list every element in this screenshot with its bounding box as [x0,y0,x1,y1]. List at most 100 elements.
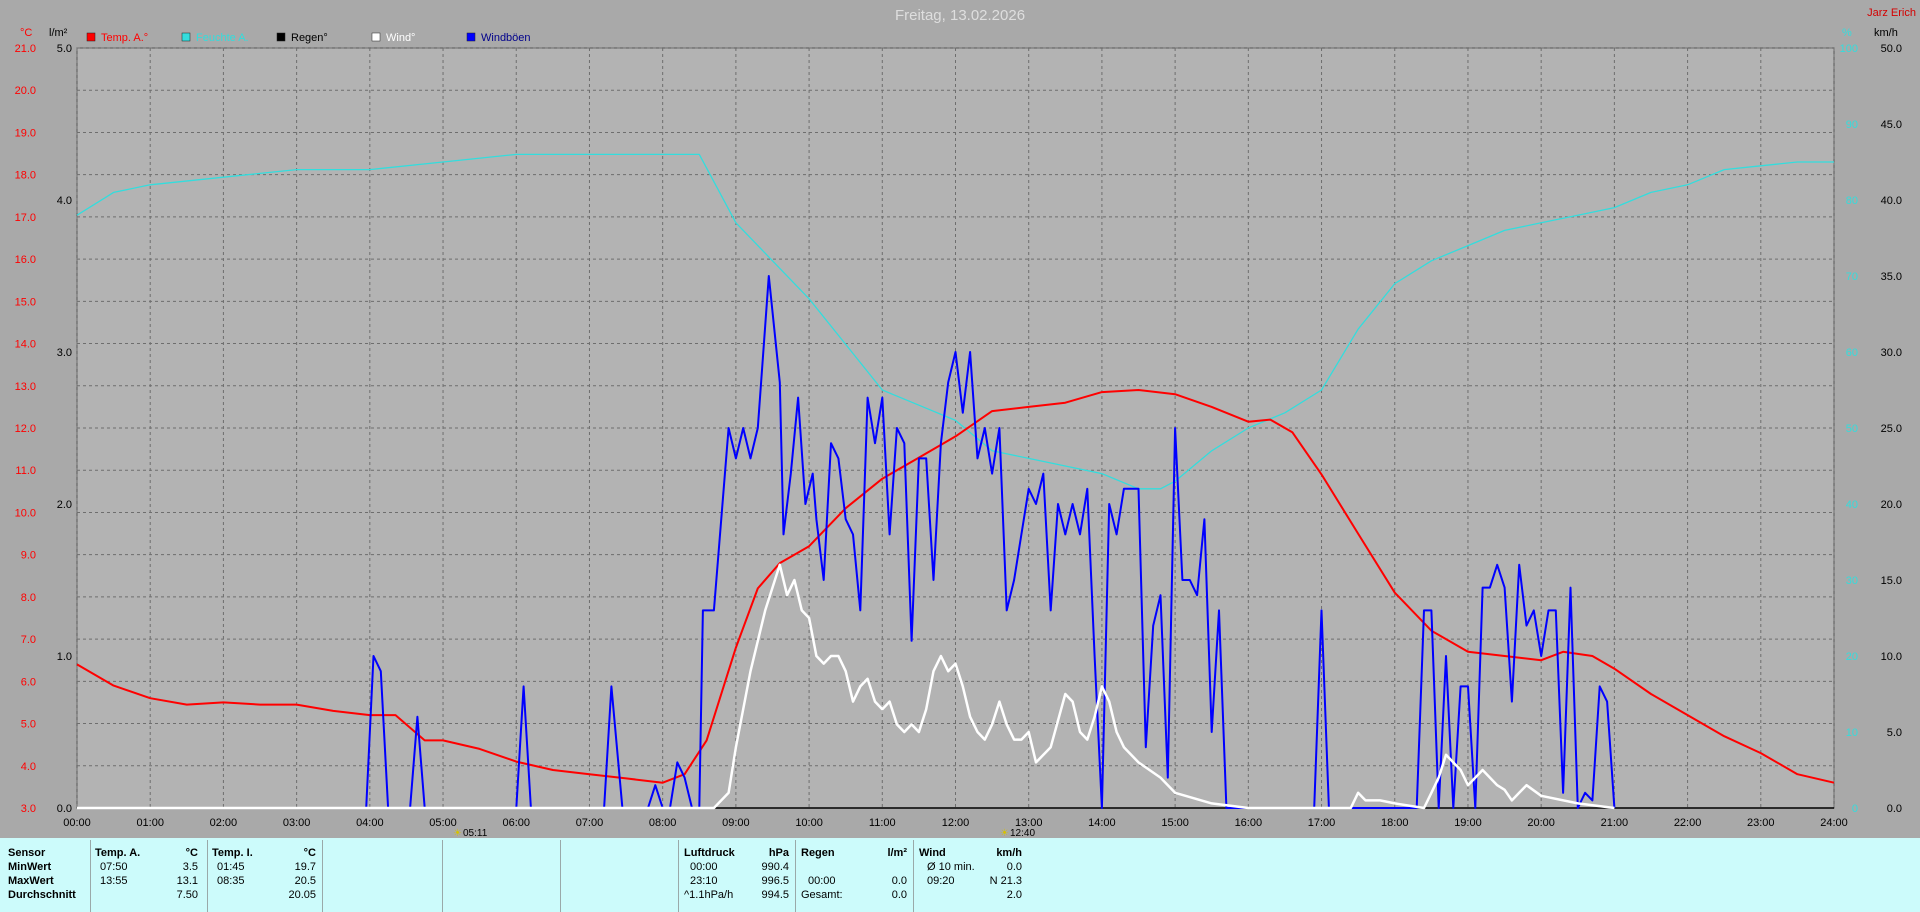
time-tick-label: 04:00 [356,817,384,829]
rain-tick-label: 4.0 [57,195,72,207]
temp-tick-label: 8.0 [21,592,36,604]
temp-i-max-time: 08:35 [217,875,245,887]
wind-axis: 0.0 5.0 10.0 15.0 20.0 25.0 30.0 35.0 40.0 45.0 50… [1881,43,1902,815]
rain-tick-label: 5.0 [57,43,72,55]
temp-tick-label: 4.0 [21,761,36,773]
separator [678,840,679,912]
pressure-min-time: 00:00 [690,861,718,873]
wind-tick-label: 5.0 [1887,727,1902,739]
legend-swatch-humidity [181,32,191,42]
time-tick-label: 12:00 [942,817,970,829]
sunrise-time: 05:11 [463,828,488,838]
temp-tick-label: 9.0 [21,550,36,562]
temp-tick-label: 7.0 [21,634,36,646]
rain-tick-label: 2.0 [57,499,72,511]
rain-total-label: Gesamt: [801,889,843,901]
time-tick-label: 16:00 [1235,817,1263,829]
time-tick-label: 00:00 [63,817,91,829]
wind-tick-label: 25.0 [1881,423,1902,435]
rain-tick-label: 3.0 [57,347,72,359]
rain-unit: l/m² [887,847,907,859]
separator [795,840,796,912]
separator [90,840,91,912]
humidity-axis: 0 10 20 30 40 50 60 70 80 90 100 [1840,43,1858,815]
legend-item-wind[interactable]: Wind° [371,32,415,44]
temp-tick-label: 20.0 [15,85,36,97]
time-tick-label: 20:00 [1527,817,1555,829]
pressure-unit: hPa [768,847,789,859]
temp-a-min-time: 07:50 [100,861,128,873]
pressure-header: Luftdruck [684,847,735,859]
wind-tick-label: 30.0 [1881,347,1902,359]
time-tick-label: 06:00 [502,817,530,829]
temp-tick-label: 13.0 [15,381,36,393]
noon-time: 12:40 [1010,828,1035,838]
temp-tick-label: 19.0 [15,127,36,139]
statistics-panel: Sensor MinWert MaxWert Durchschnitt Temp… [0,838,1920,912]
wind-avg10-label: Ø 10 min. [927,861,975,873]
wind-tick-label: 15.0 [1881,575,1902,587]
legend-item-temp[interactable]: Temp. A.° [86,32,148,44]
time-axis: 00:00 01:00 02:00 03:00 04:00 05:00 06:00 07:00… [63,817,1848,829]
brand-label: Jarz Erich [1867,7,1916,19]
legend-item-humidity[interactable]: Feuchte A. [181,32,249,44]
wind-tick-label: 40.0 [1881,195,1902,207]
time-tick-label: 19:00 [1454,817,1482,829]
legend-swatch-gusts [466,32,476,42]
separator [322,840,323,912]
legend-label-humidity: Feuchte A. [196,32,249,44]
time-tick-label: 15:00 [1161,817,1189,829]
pressure-avg-value: 994.5 [761,889,789,901]
humidity-tick-label: 50 [1846,423,1858,435]
wind-avg10-value: 0.0 [1006,861,1022,873]
rain-max-time: 00:00 [808,875,836,887]
legend-swatch-temp [86,32,96,42]
temp-a-max-value: 13.1 [176,875,198,887]
time-tick-label: 02:00 [210,817,238,829]
humidity-tick-label: 70 [1846,271,1858,283]
humidity-tick-label: 40 [1846,499,1858,511]
legend-swatch-rain [276,32,286,42]
temp-i-min-value: 19.7 [294,861,316,873]
temp-tick-label: 21.0 [15,43,36,55]
wind-unit: km/h [996,847,1022,859]
temp-tick-label: 14.0 [15,339,36,351]
legend-item-rain[interactable]: Regen° [276,32,328,44]
time-tick-label: 22:00 [1674,817,1702,829]
humidity-tick-label: 10 [1846,727,1858,739]
wind-tick-label: 45.0 [1881,119,1902,131]
humidity-tick-label: 20 [1846,651,1858,663]
time-tick-label: 17:00 [1308,817,1336,829]
rain-total-value: 0.0 [891,889,907,901]
time-tick-label: 23:00 [1747,817,1775,829]
rain-tick-label: 1.0 [57,651,72,663]
temp-tick-label: 11.0 [15,465,36,477]
temp-tick-label: 5.0 [21,719,36,731]
legend-label-rain: Regen° [291,32,328,44]
humidity-tick-label: 100 [1840,43,1858,55]
legend-label-temp: Temp. A.° [101,32,148,44]
time-tick-label: 09:00 [722,817,750,829]
legend-item-gusts[interactable]: Windböen [466,32,531,44]
rain-tick-label: 0.0 [57,803,72,815]
legend-swatch-wind [371,32,381,42]
time-tick-label: 01:00 [136,817,164,829]
noon-marker: ☀ 12:40 [1000,828,1035,838]
rain-unit-label: l/m² [49,27,68,39]
row-label-avg: Durchschnitt [8,889,76,901]
pressure-trend: ^1.1hPa/h [684,889,734,901]
temp-tick-label: 12.0 [15,423,36,435]
sunrise-icon: ☀ [453,828,462,838]
temp-tick-label: 16.0 [15,254,36,266]
sunrise-marker: ☀ 05:11 [453,828,488,838]
wind-tick-label: 10.0 [1881,651,1902,663]
wind-avg-value: 2.0 [1006,889,1022,901]
rain-axis: 0.0 1.0 2.0 3.0 4.0 5.0 [57,43,72,815]
wind-unit-label: km/h [1874,27,1898,39]
time-tick-label: 21:00 [1601,817,1629,829]
temp-tick-label: 18.0 [15,170,36,182]
separator [913,840,914,912]
temp-tick-label: 6.0 [21,676,36,688]
row-label-max: MaxWert [8,875,54,887]
humidity-tick-label: 90 [1846,119,1858,131]
